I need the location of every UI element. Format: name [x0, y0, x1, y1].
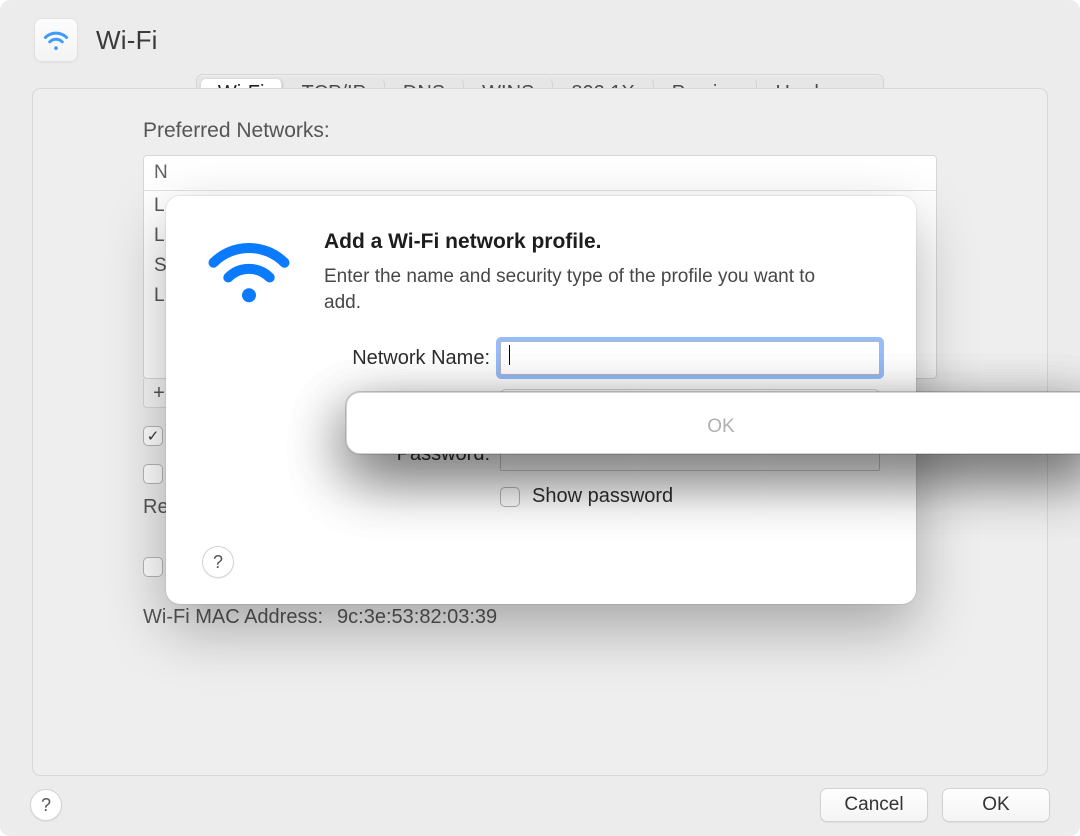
- wifi-icon: [202, 232, 296, 311]
- show-password-label: Show password: [532, 485, 673, 508]
- wifi-icon: [34, 18, 78, 62]
- dialog-ok-button[interactable]: OK: [346, 392, 1080, 454]
- dialog-help-button[interactable]: ?: [202, 546, 234, 578]
- cancel-button[interactable]: Cancel: [820, 788, 928, 822]
- network-name-label: Network Name:: [320, 347, 490, 370]
- network-name-input[interactable]: [500, 341, 880, 375]
- dialog-description: Enter the name and security type of the …: [324, 264, 824, 315]
- turn-wifi-checkbox[interactable]: [143, 557, 163, 577]
- mac-address-value: 9c:3e:53:82:03:39: [337, 606, 497, 629]
- show-password-checkbox[interactable]: [500, 487, 520, 507]
- list-header: N: [144, 156, 936, 191]
- preferred-networks-label: Preferred Networks:: [143, 119, 937, 143]
- page-title: Wi-Fi: [96, 25, 158, 56]
- add-wifi-profile-dialog: Add a Wi-Fi network profile. Enter the n…: [166, 196, 916, 604]
- checkbox-2[interactable]: [143, 464, 163, 484]
- bottom-bar: ? Cancel OK: [0, 788, 1080, 822]
- header: Wi-Fi: [0, 0, 1080, 72]
- preferences-window: Wi-Fi Wi-Fi TCP/IP DNS WINS 802.1X Proxi…: [0, 0, 1080, 836]
- mac-address-label: Wi-Fi MAC Address:: [143, 606, 323, 629]
- dialog-title: Add a Wi-Fi network profile.: [324, 230, 824, 254]
- ok-button[interactable]: OK: [942, 788, 1050, 822]
- help-button[interactable]: ?: [30, 789, 62, 821]
- checkbox-1[interactable]: ✓: [143, 426, 163, 446]
